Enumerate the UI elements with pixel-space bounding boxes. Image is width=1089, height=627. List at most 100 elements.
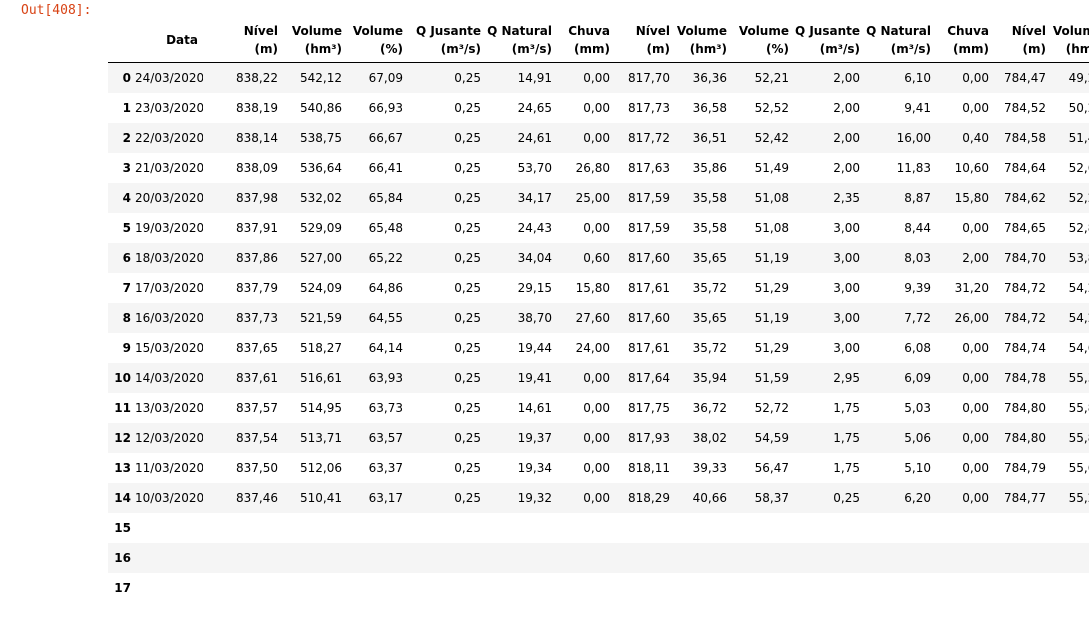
table-row: 16 xyxy=(108,542,1089,573)
table-row: 9 15/03/2020 837,65 518,27 64,14 0,25 19,44 24,… xyxy=(108,333,1089,363)
dataframe-output: Data Nível (m) Volume (hm³) Volume (%) Q Jusant… xyxy=(108,16,1089,603)
value-cell: 784,77 xyxy=(1004,490,1046,505)
value-cell: 24,00 xyxy=(575,340,610,355)
date-cell: 12/03/2020 xyxy=(135,430,203,445)
row-index: 8 xyxy=(122,310,131,325)
table-row: 5 19/03/2020 837,91 529,09 65,48 0,25 24,43 0,0… xyxy=(108,213,1089,243)
value-cell: 817,59 xyxy=(628,220,670,235)
value-cell: 54,59 xyxy=(754,430,789,445)
value-cell xyxy=(936,513,994,543)
value-cell xyxy=(486,543,557,573)
value-cell: 19,41 xyxy=(517,370,552,385)
value-cell: 26,00 xyxy=(954,310,989,325)
value-cell: 54,63 xyxy=(1068,340,1089,355)
table-row: 2 22/03/2020 838,14 538,75 66,67 0,25 24,61 0,0… xyxy=(108,122,1089,153)
value-cell: 65,84 xyxy=(368,190,403,205)
value-cell: 514,95 xyxy=(300,400,342,415)
value-cell: 64,86 xyxy=(368,280,403,295)
value-cell: 784,47 xyxy=(1004,70,1046,85)
column-header-unit: (m) xyxy=(646,42,670,56)
column-header: Q Jusante (m³/s) xyxy=(408,16,486,62)
value-cell: 3,00 xyxy=(833,280,860,295)
value-cell: 512,06 xyxy=(300,460,342,475)
value-cell: 0,00 xyxy=(583,430,610,445)
value-cell: 784,80 xyxy=(1004,430,1046,445)
value-cell: 55,38 xyxy=(1068,370,1089,385)
value-cell: 0,00 xyxy=(583,400,610,415)
column-header-unit: (%) xyxy=(766,42,789,56)
value-cell: 55,65 xyxy=(1068,460,1089,475)
value-cell: 837,50 xyxy=(236,460,278,475)
value-cell: 34,17 xyxy=(517,190,552,205)
value-cell: 0,00 xyxy=(962,370,989,385)
value-cell: 2,00 xyxy=(962,250,989,265)
column-header: Nível (m) xyxy=(994,16,1051,62)
value-cell: 0,00 xyxy=(583,70,610,85)
table-row: 15 xyxy=(108,513,1089,543)
value-cell: 817,93 xyxy=(628,430,670,445)
value-cell: 52,62 xyxy=(1068,160,1089,175)
value-cell xyxy=(794,573,865,603)
value-cell xyxy=(1051,573,1089,603)
column-header: Chuva (mm) xyxy=(936,16,994,62)
value-cell: 51,41 xyxy=(1068,130,1089,145)
column-header-unit: (mm) xyxy=(953,42,989,56)
value-cell: 24,65 xyxy=(517,100,552,115)
value-cell xyxy=(732,543,794,573)
table-row: 11 13/03/2020 837,57 514,95 63,73 0,25 14,61 0,… xyxy=(108,393,1089,423)
column-header-unit: (m) xyxy=(254,42,278,56)
value-cell: 5,06 xyxy=(904,430,931,445)
value-cell: 11,83 xyxy=(896,160,931,175)
table-row: 4 20/03/2020 837,98 532,02 65,84 0,25 34,17 25,… xyxy=(108,182,1089,213)
value-cell: 0,00 xyxy=(583,100,610,115)
date-cell: 18/03/2020 xyxy=(135,250,203,265)
row-index: 0 xyxy=(122,70,131,85)
value-cell: 66,93 xyxy=(368,100,403,115)
value-cell: 52,21 xyxy=(754,70,789,85)
value-cell: 838,14 xyxy=(236,130,278,145)
value-cell: 64,55 xyxy=(368,310,403,325)
value-cell: 15,80 xyxy=(575,280,610,295)
value-cell: 2,00 xyxy=(833,100,860,115)
value-cell: 0,25 xyxy=(454,190,481,205)
value-cell xyxy=(794,513,865,543)
value-cell: 0,25 xyxy=(454,490,481,505)
column-header: Data xyxy=(135,16,203,62)
value-cell: 63,57 xyxy=(368,430,403,445)
column-header: Nível (m) xyxy=(203,16,283,62)
value-cell: 1,75 xyxy=(833,460,860,475)
value-cell: 0,25 xyxy=(454,340,481,355)
column-header-label: Volume xyxy=(352,24,403,38)
row-index: 1 xyxy=(122,100,131,115)
column-header-label: Volume xyxy=(738,24,789,38)
value-cell: 784,72 xyxy=(1004,310,1046,325)
value-cell: 35,65 xyxy=(692,310,727,325)
value-cell: 837,79 xyxy=(236,280,278,295)
value-cell: 837,86 xyxy=(236,250,278,265)
value-cell: 25,00 xyxy=(575,190,610,205)
value-cell: 24,43 xyxy=(517,220,552,235)
value-cell: 40,66 xyxy=(692,490,727,505)
value-cell: 38,02 xyxy=(692,430,727,445)
column-header-unit: (m) xyxy=(1022,42,1046,56)
value-cell: 35,58 xyxy=(692,190,727,205)
value-cell: 784,78 xyxy=(1004,370,1046,385)
value-cell: 35,72 xyxy=(692,280,727,295)
date-cell: 24/03/2020 xyxy=(135,70,203,85)
value-cell xyxy=(1051,513,1089,543)
value-cell: 837,57 xyxy=(236,400,278,415)
value-cell: 784,74 xyxy=(1004,340,1046,355)
value-cell: 6,20 xyxy=(904,490,931,505)
date-cell: 21/03/2020 xyxy=(135,160,203,175)
value-cell xyxy=(675,543,732,573)
column-header-unit: (m³/s) xyxy=(819,42,860,56)
table-row: 10 14/03/2020 837,61 516,61 63,93 0,25 19,41 0,… xyxy=(108,362,1089,393)
value-cell: 0,25 xyxy=(454,280,481,295)
value-cell: 19,44 xyxy=(517,340,552,355)
value-cell: 0,25 xyxy=(454,100,481,115)
value-cell: 0,25 xyxy=(454,70,481,85)
value-cell: 55,85 xyxy=(1068,430,1089,445)
value-cell: 817,72 xyxy=(628,130,670,145)
date-cell: 23/03/2020 xyxy=(135,100,203,115)
column-header-unit: (m³/s) xyxy=(511,42,552,56)
